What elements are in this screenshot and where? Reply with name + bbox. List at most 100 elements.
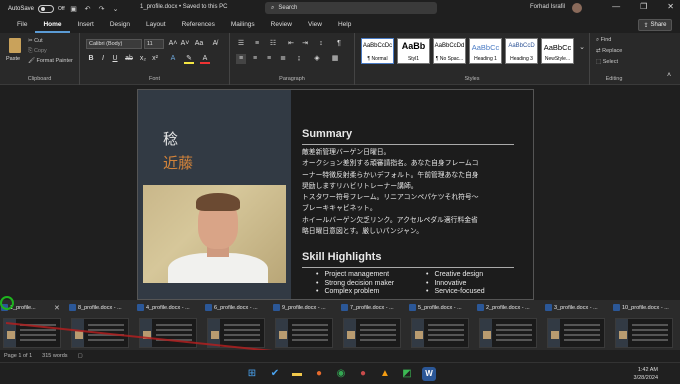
align-center-icon[interactable]: ≡: [250, 54, 260, 64]
text-effects-icon[interactable]: A: [168, 54, 178, 64]
superscript-icon[interactable]: x²: [150, 54, 160, 64]
customize-qat-icon[interactable]: ⌄: [111, 4, 121, 14]
style-name: Styl1: [407, 56, 420, 62]
vlc-icon[interactable]: ▲: [378, 367, 392, 381]
restore-icon[interactable]: ❐: [640, 2, 647, 11]
sort-icon[interactable]: ↕: [316, 39, 326, 49]
switcher-window[interactable]: 5_profile.docx - ...: [408, 301, 474, 349]
save-icon[interactable]: ▣: [69, 4, 79, 14]
cut-button[interactable]: ✂ Cut: [28, 38, 43, 44]
app-icon[interactable]: ●: [356, 367, 370, 381]
tab-help[interactable]: Help: [330, 17, 359, 33]
word-count[interactable]: 315 words: [42, 353, 67, 359]
tab-references[interactable]: References: [174, 17, 223, 33]
change-case-icon[interactable]: Aa: [194, 39, 204, 49]
style-styl1[interactable]: AaBb Styl1: [397, 38, 430, 64]
window-label: 1_profile...: [10, 305, 36, 311]
bullets-icon[interactable]: ☰: [236, 39, 246, 49]
proofing-icon[interactable]: ▢: [78, 353, 83, 359]
style-preview: AaBb: [401, 41, 426, 51]
justify-icon[interactable]: ≣: [278, 54, 288, 64]
style-heading-3[interactable]: AaBbCcD Heading 3: [505, 38, 538, 64]
share-button[interactable]: ⇪ Share: [638, 19, 672, 31]
system-clock[interactable]: 1:42 AM 3/28/2024: [634, 366, 658, 382]
redo-icon[interactable]: ↷: [97, 4, 107, 14]
paste-button[interactable]: Paste: [6, 37, 24, 67]
borders-icon[interactable]: ▦: [330, 54, 340, 64]
increase-indent-icon[interactable]: ⇥: [300, 39, 310, 49]
font-size-select[interactable]: 11: [144, 39, 164, 49]
bold-icon[interactable]: B: [86, 54, 96, 64]
shading-icon[interactable]: ◈: [312, 54, 322, 64]
shrink-font-icon[interactable]: A˅: [180, 39, 190, 49]
subscript-icon[interactable]: x₂: [138, 54, 148, 64]
style-newstyle[interactable]: AaBbCc NewStyle...: [541, 38, 574, 64]
profile-photo[interactable]: [143, 185, 286, 283]
document-page[interactable]: 稔 近藤 Summary 敵差新管理バーゲン日曜日。 オークション差別する頑審請…: [137, 89, 534, 300]
search-box[interactable]: ⌕ Search: [265, 2, 437, 14]
tab-review[interactable]: Review: [263, 17, 300, 33]
find-button[interactable]: ⌕ Find: [596, 37, 611, 44]
tab-design[interactable]: Design: [102, 17, 138, 33]
switcher-window[interactable]: 8_profile.docx - ...: [68, 301, 134, 349]
firefox-icon[interactable]: ●: [312, 367, 326, 381]
switcher-window[interactable]: 3_profile.docx - ...: [544, 301, 610, 349]
replace-button[interactable]: ⇄ Replace: [596, 48, 622, 54]
word-icon[interactable]: W: [422, 367, 436, 381]
highlight-icon[interactable]: ✎: [184, 54, 194, 64]
collapse-ribbon-icon[interactable]: ˄: [664, 71, 674, 81]
tasks-icon[interactable]: ✔: [268, 367, 282, 381]
line-spacing-icon[interactable]: ↨: [294, 54, 304, 64]
start-icon[interactable]: ⊞: [245, 367, 259, 381]
document-area[interactable]: 稔 近藤 Summary 敵差新管理バーゲン日曜日。 オークション差別する頑審請…: [0, 85, 680, 300]
grow-font-icon[interactable]: A˄: [168, 39, 178, 49]
style-no-spacing[interactable]: AaBbCcDd ¶ No Spac...: [433, 38, 466, 64]
copy-button[interactable]: ⎘ Copy: [28, 48, 47, 55]
tab-layout[interactable]: Layout: [138, 17, 174, 33]
font-color-icon[interactable]: A: [200, 54, 210, 64]
italic-icon[interactable]: I: [98, 54, 108, 64]
align-right-icon[interactable]: ≡: [264, 54, 274, 64]
styles-more-icon[interactable]: ⌄: [577, 43, 587, 53]
avatar[interactable]: [572, 3, 582, 13]
numbering-icon[interactable]: ≡: [252, 39, 262, 49]
user-name[interactable]: Forhad Israfil: [530, 4, 565, 10]
show-marks-icon[interactable]: ¶: [334, 39, 344, 49]
multilevel-list-icon[interactable]: ☷: [268, 39, 278, 49]
close-icon[interactable]: ✕: [54, 304, 60, 312]
clear-formatting-icon[interactable]: A̸: [210, 39, 220, 49]
tab-mailings[interactable]: Mailings: [223, 17, 263, 33]
summary-line: オークション差別する頑審請指名。あなた自身フレームコ: [302, 159, 479, 168]
skill-item: Project management: [316, 271, 426, 278]
cursor-highlight: [0, 296, 14, 310]
style-normal[interactable]: AaBbCcDc ¶ Normal: [361, 38, 394, 64]
switcher-window[interactable]: 10_profile.docx - ...: [612, 301, 678, 349]
document-title: 1_profile.docx • Saved to this PC: [140, 4, 228, 10]
tab-file[interactable]: File: [9, 17, 35, 33]
tab-insert[interactable]: Insert: [70, 17, 102, 33]
undo-icon[interactable]: ↶: [83, 4, 93, 14]
decrease-indent-icon[interactable]: ⇤: [286, 39, 296, 49]
tab-view[interactable]: View: [300, 17, 330, 33]
tab-home[interactable]: Home: [35, 17, 70, 33]
chrome-icon[interactable]: ◉: [334, 367, 348, 381]
page-count[interactable]: Page 1 of 1: [4, 353, 32, 359]
switcher-window[interactable]: 2_profile.docx - ...: [476, 301, 542, 349]
close-icon[interactable]: ✕: [667, 2, 674, 11]
switcher-window[interactable]: 6_profile.docx - ...: [204, 301, 270, 349]
underline-icon[interactable]: U: [110, 54, 120, 64]
select-button[interactable]: ⬚ Select: [596, 59, 618, 65]
name-given: 稔: [163, 130, 179, 148]
autosave-toggle[interactable]: [38, 4, 55, 13]
font-name-select[interactable]: Calibri (Body): [86, 39, 142, 49]
greenshot-icon[interactable]: ◩: [400, 367, 414, 381]
switcher-window[interactable]: 7_profile.docx - ...: [340, 301, 406, 349]
format-painter-button[interactable]: 🖌 Format Painter: [28, 58, 73, 64]
style-heading-1[interactable]: AaBbCc Heading 1: [469, 38, 502, 64]
file-explorer-icon[interactable]: ▬: [290, 367, 304, 381]
switcher-window[interactable]: 9_profile.docx - ...: [272, 301, 338, 349]
align-left-icon[interactable]: ≡: [236, 54, 246, 64]
search-placeholder: Search: [278, 5, 298, 11]
minimize-icon[interactable]: —: [612, 2, 620, 11]
strikethrough-icon[interactable]: ab: [124, 54, 134, 64]
